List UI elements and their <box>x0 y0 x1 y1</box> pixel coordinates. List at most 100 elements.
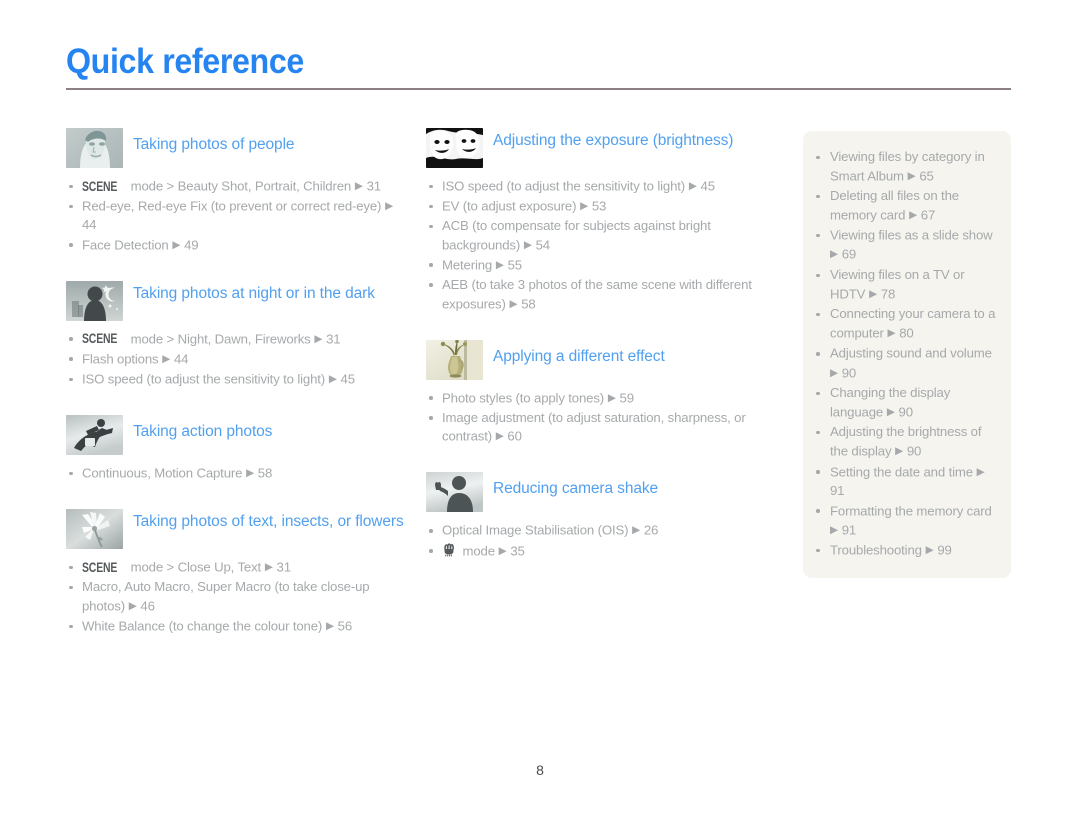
page-ref-arrow-icon: ▶ <box>904 169 919 182</box>
section-list: Photo styles (to apply tones) ▶ 59 Image … <box>426 389 771 447</box>
page-ref-arrow-icon: ▶ <box>159 352 173 365</box>
page-ref-arrow-icon: ▶ <box>352 180 366 192</box>
scene-mode-label: SCENE <box>82 331 118 347</box>
reference-section: Taking photos of people SCENE mode > Beau… <box>66 128 411 255</box>
list-item-text: mode <box>459 543 496 559</box>
page-ref-arrow-icon: ▶ <box>326 373 340 386</box>
list-item-text: Flash options <box>82 351 159 367</box>
page-ref-number: 69 <box>841 246 857 262</box>
page-ref-number: 65 <box>919 168 934 184</box>
section-list: SCENE mode > Beauty Shot, Portrait, Chil… <box>66 177 411 255</box>
content-column-1: Taking photos of people SCENE mode > Beau… <box>66 128 411 662</box>
section-header: Reducing camera shake <box>426 472 771 513</box>
list-item-text: Face Detection <box>82 237 169 253</box>
reference-section: Taking photos at night or in the dark SCE… <box>66 280 411 389</box>
section-list: SCENE mode > Close Up, Text ▶ 31 Macro, A… <box>66 558 411 636</box>
page-ref-arrow-icon: ▶ <box>577 200 591 213</box>
section-title: Taking photos of people <box>133 136 295 153</box>
page-ref-number: 45 <box>700 178 716 194</box>
page-ref-number: 78 <box>880 286 896 302</box>
page-ref-arrow-icon: ▶ <box>323 620 337 633</box>
list-item: Red-eye, Red-eye Fix (to prevent or corr… <box>66 197 411 235</box>
page-ref-number: 26 <box>643 522 659 538</box>
page-ref-arrow-icon: ▶ <box>506 297 521 310</box>
list-item: Deleting all files on the memory card ▶ … <box>813 187 997 225</box>
page-ref-arrow-icon: ▶ <box>922 544 937 557</box>
page-ref-arrow-icon: ▶ <box>495 544 510 557</box>
page-ref-arrow-icon: ▶ <box>311 332 326 345</box>
list-item-text: mode > Night, Dawn, Fireworks <box>127 331 311 347</box>
page-ref-number: 44 <box>82 217 97 233</box>
list-item: Macro, Auto Macro, Super Macro (to take … <box>66 578 411 616</box>
list-item: Metering ▶ 55 <box>426 256 771 275</box>
page-ref-number: 80 <box>899 325 914 341</box>
page-ref-number: 45 <box>340 371 356 387</box>
list-item: Changing the display language ▶ 90 <box>813 384 997 422</box>
list-item-text: ACB (to compensate for subjects against … <box>442 218 711 253</box>
person-raised-hand-icon <box>426 472 483 513</box>
list-item: ISO speed (to adjust the sensitivity to … <box>66 370 411 389</box>
page-title: Quick reference <box>66 42 304 81</box>
woman-face-photo-icon <box>66 128 123 168</box>
title-divider <box>66 88 1011 90</box>
list-item-text: EV (to adjust exposure) <box>442 198 577 214</box>
scene-mode-label: SCENE <box>82 178 118 194</box>
list-item-text: Adjusting sound and volume <box>830 345 992 361</box>
snowboarder-action-icon <box>66 415 123 456</box>
page-ref-number: 56 <box>337 618 353 634</box>
page-ref-number: 31 <box>366 178 382 194</box>
page-ref-number: 49 <box>184 237 199 253</box>
page-ref-number: 67 <box>920 207 936 223</box>
section-list: Optical Image Stabilisation (OIS) ▶ 26 m… <box>426 521 771 560</box>
list-item-text: Image adjustment (to adjust saturation, … <box>442 409 746 444</box>
reference-section: Taking photos of text, insects, or flowe… <box>66 509 411 636</box>
page-ref-arrow-icon: ▶ <box>906 208 920 221</box>
page-ref-number: 31 <box>276 559 292 575</box>
list-item: Viewing files by category in Smart Album… <box>813 148 997 186</box>
list-item: Face Detection ▶ 49 <box>66 236 411 255</box>
section-list: SCENE mode > Night, Dawn, Fireworks ▶ 31… <box>66 330 411 389</box>
list-item: Troubleshooting ▶ 99 <box>813 541 997 560</box>
page-ref-number: 54 <box>535 237 551 253</box>
section-header: Taking photos of people <box>66 128 411 168</box>
section-header: Taking photos of text, insects, or flowe… <box>66 509 411 550</box>
two-faces-highcontrast-icon <box>426 128 483 168</box>
list-item-text: Formatting the memory card <box>830 503 992 519</box>
page-ref-number: 60 <box>507 428 522 444</box>
reference-section: Reducing camera shake Optical Image Stabi… <box>426 472 771 560</box>
section-header: Taking photos at night or in the dark <box>66 280 411 321</box>
night-silhouette-moon-icon <box>66 280 123 321</box>
sepia-vase-flowers-icon <box>426 339 483 380</box>
list-item: SCENE mode > Beauty Shot, Portrait, Chil… <box>66 177 411 196</box>
page-ref-arrow-icon: ▶ <box>866 287 880 300</box>
section-title: Applying a different effect <box>493 347 665 365</box>
section-list: Continuous, Motion Capture ▶ 58 <box>66 464 411 483</box>
quick-links-panel: Viewing files by category in Smart Album… <box>803 131 1011 578</box>
section-title: Taking photos at night or in the dark <box>133 284 375 302</box>
list-item: Continuous, Motion Capture ▶ 58 <box>66 464 411 483</box>
page-ref-arrow-icon: ▶ <box>605 391 619 404</box>
page-ref-number: 44 <box>173 351 189 367</box>
list-item-text: mode > Beauty Shot, Portrait, Children <box>127 178 352 194</box>
page-ref-number: 35 <box>510 543 525 559</box>
page-ref-arrow-icon: ▶ <box>892 444 906 457</box>
list-item: Image adjustment (to adjust saturation, … <box>426 409 771 447</box>
page-ref-number: 58 <box>257 465 273 481</box>
quick-links-list: Viewing files by category in Smart Album… <box>813 148 997 560</box>
page-ref-number: 31 <box>326 331 341 347</box>
list-item-text: Continuous, Motion Capture <box>82 465 243 481</box>
section-list: ISO speed (to adjust the sensitivity to … <box>426 177 771 314</box>
page-ref-arrow-icon: ▶ <box>382 200 393 213</box>
section-title: Adjusting the exposure (brightness) <box>493 132 734 149</box>
list-item: AEB (to take 3 photos of the same scene … <box>426 276 771 314</box>
page-ref-number: 55 <box>507 257 523 273</box>
page-ref-arrow-icon: ▶ <box>243 467 257 480</box>
anti-shake-hand-icon <box>442 543 457 557</box>
list-item: ACB (to compensate for subjects against … <box>426 217 771 255</box>
section-header: Applying a different effect <box>426 339 771 380</box>
page-ref-arrow-icon: ▶ <box>169 238 184 251</box>
reference-section: Taking action photos Continuous, Motion C… <box>66 415 411 483</box>
section-title: Taking action photos <box>133 423 273 441</box>
list-item: mode ▶ 35 <box>426 542 771 561</box>
list-item: EV (to adjust exposure) ▶ 53 <box>426 197 771 216</box>
